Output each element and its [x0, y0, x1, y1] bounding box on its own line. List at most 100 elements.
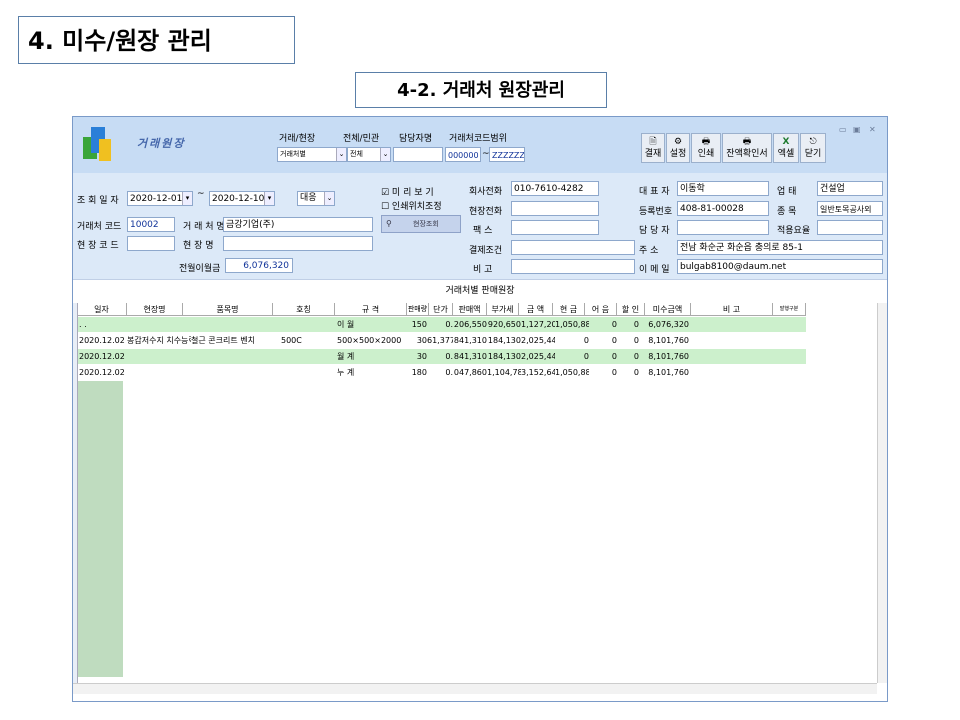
address-input[interactable]: 전남 화순군 화순읍 충의로 85-1 — [677, 240, 883, 255]
maximize-icon[interactable]: ▣ — [853, 125, 861, 134]
chevron-down-icon: ▾ — [264, 192, 274, 205]
vertical-scrollbar[interactable] — [877, 303, 887, 683]
col-balance[interactable]: 미수금액 — [645, 303, 691, 316]
cell-vat: 1,104,780 — [487, 368, 521, 377]
cell-bill: 0 — [611, 352, 617, 361]
cell-spec: 월 계 — [337, 352, 355, 361]
horizontal-scrollbar[interactable] — [73, 683, 877, 694]
manager-input[interactable] — [393, 147, 443, 162]
client-name-label: 거 래 처 명 — [183, 222, 225, 232]
cell-spec: 누 계 — [337, 368, 355, 377]
client-name-input[interactable]: 금강기업(주) — [223, 217, 373, 232]
approve-button[interactable]: 🗎 결재 — [641, 133, 665, 163]
date-to-value: 2020-12-10 — [212, 194, 265, 204]
table-row[interactable]: . . 이 월 150 0. 206,550 920,650 1,127,200… — [77, 317, 806, 332]
cell-cash: 0 — [583, 352, 589, 361]
site-search-button[interactable]: ⚲ 현장조회 — [381, 215, 461, 233]
date-column-strip — [77, 381, 123, 677]
table-row[interactable]: 2020.12.02 누 계 180 0. 047,860 1,104,780 … — [77, 365, 806, 380]
excel-button[interactable]: X 엑셀 — [773, 133, 799, 163]
col-bill[interactable]: 어 음 — [585, 303, 617, 316]
col-spec[interactable]: 규 격 — [335, 303, 407, 316]
col-item[interactable]: 품목명 — [183, 303, 273, 316]
print-position-checkbox[interactable]: ☐ 인쇄위치조정 — [381, 199, 442, 212]
table-row[interactable]: 2020.12.02 봉갑저수지 치수능력 철근 콘크리트 벤치 500C 50… — [77, 333, 806, 348]
cell-cash: 0 — [583, 336, 589, 345]
date-from-input[interactable]: 2020-12-01 ▾ — [127, 191, 193, 206]
cell-disc: 0 — [633, 368, 639, 377]
type-select[interactable]: 거래처별 ⌄ — [277, 147, 347, 162]
exit-button[interactable]: ⎋ 닫기 — [800, 133, 826, 163]
minimize-icon[interactable]: ▭ — [839, 125, 847, 134]
site-name-label: 현 장 명 — [183, 241, 214, 251]
client-code-input[interactable]: 10002 — [127, 217, 175, 232]
search-icon: ⚲ — [386, 219, 392, 228]
cell-amount: 841,310 — [453, 352, 487, 361]
ceo-input[interactable]: 이동학 — [677, 181, 769, 196]
code-to-input[interactable]: ZZZZZZ — [489, 147, 525, 162]
settings-icon: ⚙ — [673, 137, 683, 147]
rate-input[interactable] — [817, 220, 883, 235]
col-memo[interactable]: 비 고 — [691, 303, 773, 316]
col-total[interactable]: 금 액 — [519, 303, 553, 316]
email-input[interactable]: bulgab8100@daum.net — [677, 259, 883, 274]
col-issue-type[interactable]: 발행구분 — [773, 303, 806, 316]
cell-qty: 180 — [411, 368, 427, 377]
col-price[interactable]: 단가 — [429, 303, 453, 316]
site-name-input[interactable] — [223, 236, 373, 251]
code-from-input[interactable]: 000000 — [445, 147, 481, 162]
payment-select[interactable]: 대응 ⌄ — [297, 191, 335, 206]
settings-button[interactable]: ⚙ 설정 — [666, 133, 690, 163]
cell-balance: 8,101,760 — [648, 368, 689, 377]
memo-input[interactable] — [511, 259, 635, 274]
scope-select[interactable]: 전체 ⌄ — [347, 147, 391, 162]
cell-total: 3,152,640 — [521, 368, 555, 377]
cell-total: 2,025,440 — [521, 336, 555, 345]
window-header: 거래원장 거래/현장 거래처별 ⌄ 전체/민관 전체 ⌄ 담당자명 거래처코드범위 … — [73, 117, 887, 174]
cell-price: 0. — [445, 352, 453, 361]
col-date[interactable]: 일자 — [77, 303, 127, 316]
cell-date: 2020.12.02 — [79, 368, 125, 377]
cell-spec: 이 월 — [337, 320, 355, 329]
memo-label: 비 고 — [473, 265, 493, 275]
cell-qty: 30 — [416, 336, 427, 345]
col-site[interactable]: 현장명 — [127, 303, 183, 316]
company-phone-input[interactable]: 010-7610-4282 — [511, 181, 599, 196]
fax-input[interactable] — [511, 220, 599, 235]
col-amount[interactable]: 판매액 — [453, 303, 487, 316]
date-to-input[interactable]: 2020-12-10 ▾ — [209, 191, 275, 206]
col-vat[interactable]: 부가세 — [487, 303, 519, 316]
grid-title-band: 거래처별 판매원장 — [73, 279, 887, 304]
cell-item: 철근 콘크리트 벤치 — [191, 336, 255, 345]
settings-label: 설정 — [669, 149, 687, 159]
email-label: 이 메 일 — [639, 265, 670, 275]
col-name[interactable]: 호칭 — [273, 303, 335, 316]
site-search-label: 현장조회 — [413, 220, 439, 228]
cell-balance: 8,101,760 — [648, 336, 689, 345]
scope-label: 전체/민관 — [343, 134, 380, 144]
balance-print-button[interactable]: 🖶 잔액확인서 — [722, 133, 772, 163]
print-label: 인쇄 — [697, 149, 715, 159]
prev-balance-input[interactable]: 6,076,320 — [225, 258, 293, 273]
chevron-down-icon: ⌄ — [336, 148, 346, 161]
date-sep: ~ — [197, 189, 205, 199]
table-row[interactable]: 2020.12.02 월 계 30 0. 841,310 184,130 2,0… — [77, 349, 806, 364]
close-icon[interactable]: ✕ — [869, 125, 876, 134]
site-code-input[interactable] — [127, 236, 175, 251]
approve-label: 결재 — [644, 149, 662, 159]
biz-item-input[interactable]: 일반토목공사외 — [817, 201, 883, 216]
date-from-value: 2020-12-01 — [130, 194, 183, 204]
col-disc[interactable]: 할 인 — [617, 303, 645, 316]
biz-no-input[interactable]: 408-81-00028 — [677, 201, 769, 216]
preview-checkbox[interactable]: ☑ 미 리 보 기 — [381, 185, 434, 198]
site-phone-input[interactable] — [511, 201, 599, 216]
biz-type-input[interactable]: 건설업 — [817, 181, 883, 196]
contact-input[interactable] — [677, 220, 769, 235]
payment-terms-input[interactable] — [511, 240, 635, 255]
payment-select-value: 대응 — [300, 193, 317, 203]
cell-balance: 8,101,760 — [648, 352, 689, 361]
col-cash[interactable]: 현 금 — [553, 303, 585, 316]
col-qty[interactable]: 판매량 — [407, 303, 429, 316]
print-button[interactable]: 🖶 인쇄 — [691, 133, 721, 163]
balance-print-icon: 🖶 — [742, 137, 752, 147]
